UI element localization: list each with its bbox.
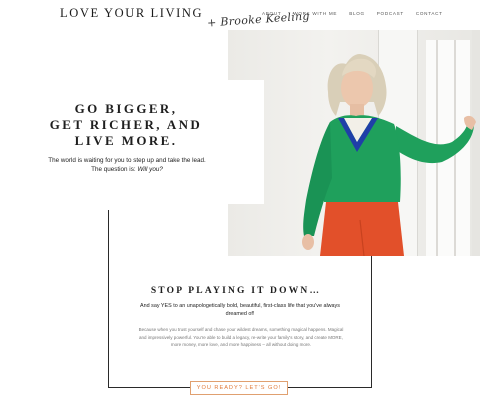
frame-line-bottom-right	[288, 387, 372, 388]
site-header: LOVE YOUR LIVING + Brooke Keeling ABOUT …	[0, 0, 480, 30]
nav-work-with-me[interactable]: WORK WITH ME	[293, 11, 337, 16]
hero-heading-line: GO BIGGER,	[74, 101, 178, 116]
hero-subtext: The world is waiting for you to step up …	[34, 156, 220, 174]
cta-button[interactable]: YOU READY? LET'S GO!	[190, 381, 288, 395]
nav-about[interactable]: ABOUT	[262, 11, 281, 16]
woman-portrait	[302, 54, 476, 256]
logo-wordmark: LOVE YOUR LIVING	[60, 6, 204, 20]
hero-subtext-line1: The world is waiting for you to step up …	[48, 157, 206, 164]
section-body: Because when you trust yourself and chas…	[138, 327, 344, 348]
frame-line-right	[371, 256, 372, 388]
frame-line-left	[108, 210, 109, 388]
nav-blog[interactable]: BLOG	[349, 11, 365, 16]
section-subheading: And say YES to an unapologetically bold,…	[140, 303, 340, 317]
hero-subtext-emphasis: Will you?	[137, 166, 163, 173]
hero-overlay-panel	[228, 80, 264, 204]
hero-photo	[228, 30, 480, 256]
hero-heading-line: LIVE MORE.	[74, 133, 178, 148]
nav-contact[interactable]: CONTACT	[416, 11, 443, 16]
section-heading: STOP PLAYING IT DOWN…	[150, 286, 322, 296]
hero-heading: GO BIGGER, GET RICHER, AND LIVE MORE.	[40, 101, 212, 149]
nav-podcast[interactable]: PODCAST	[377, 11, 404, 16]
hero-heading-line: GET RICHER, AND	[49, 117, 203, 132]
hero-subtext-prefix: The question is:	[91, 166, 138, 173]
frame-line-bottom-left	[108, 387, 190, 388]
main-nav: ABOUT WORK WITH ME BLOG PODCAST CONTACT	[262, 11, 443, 16]
